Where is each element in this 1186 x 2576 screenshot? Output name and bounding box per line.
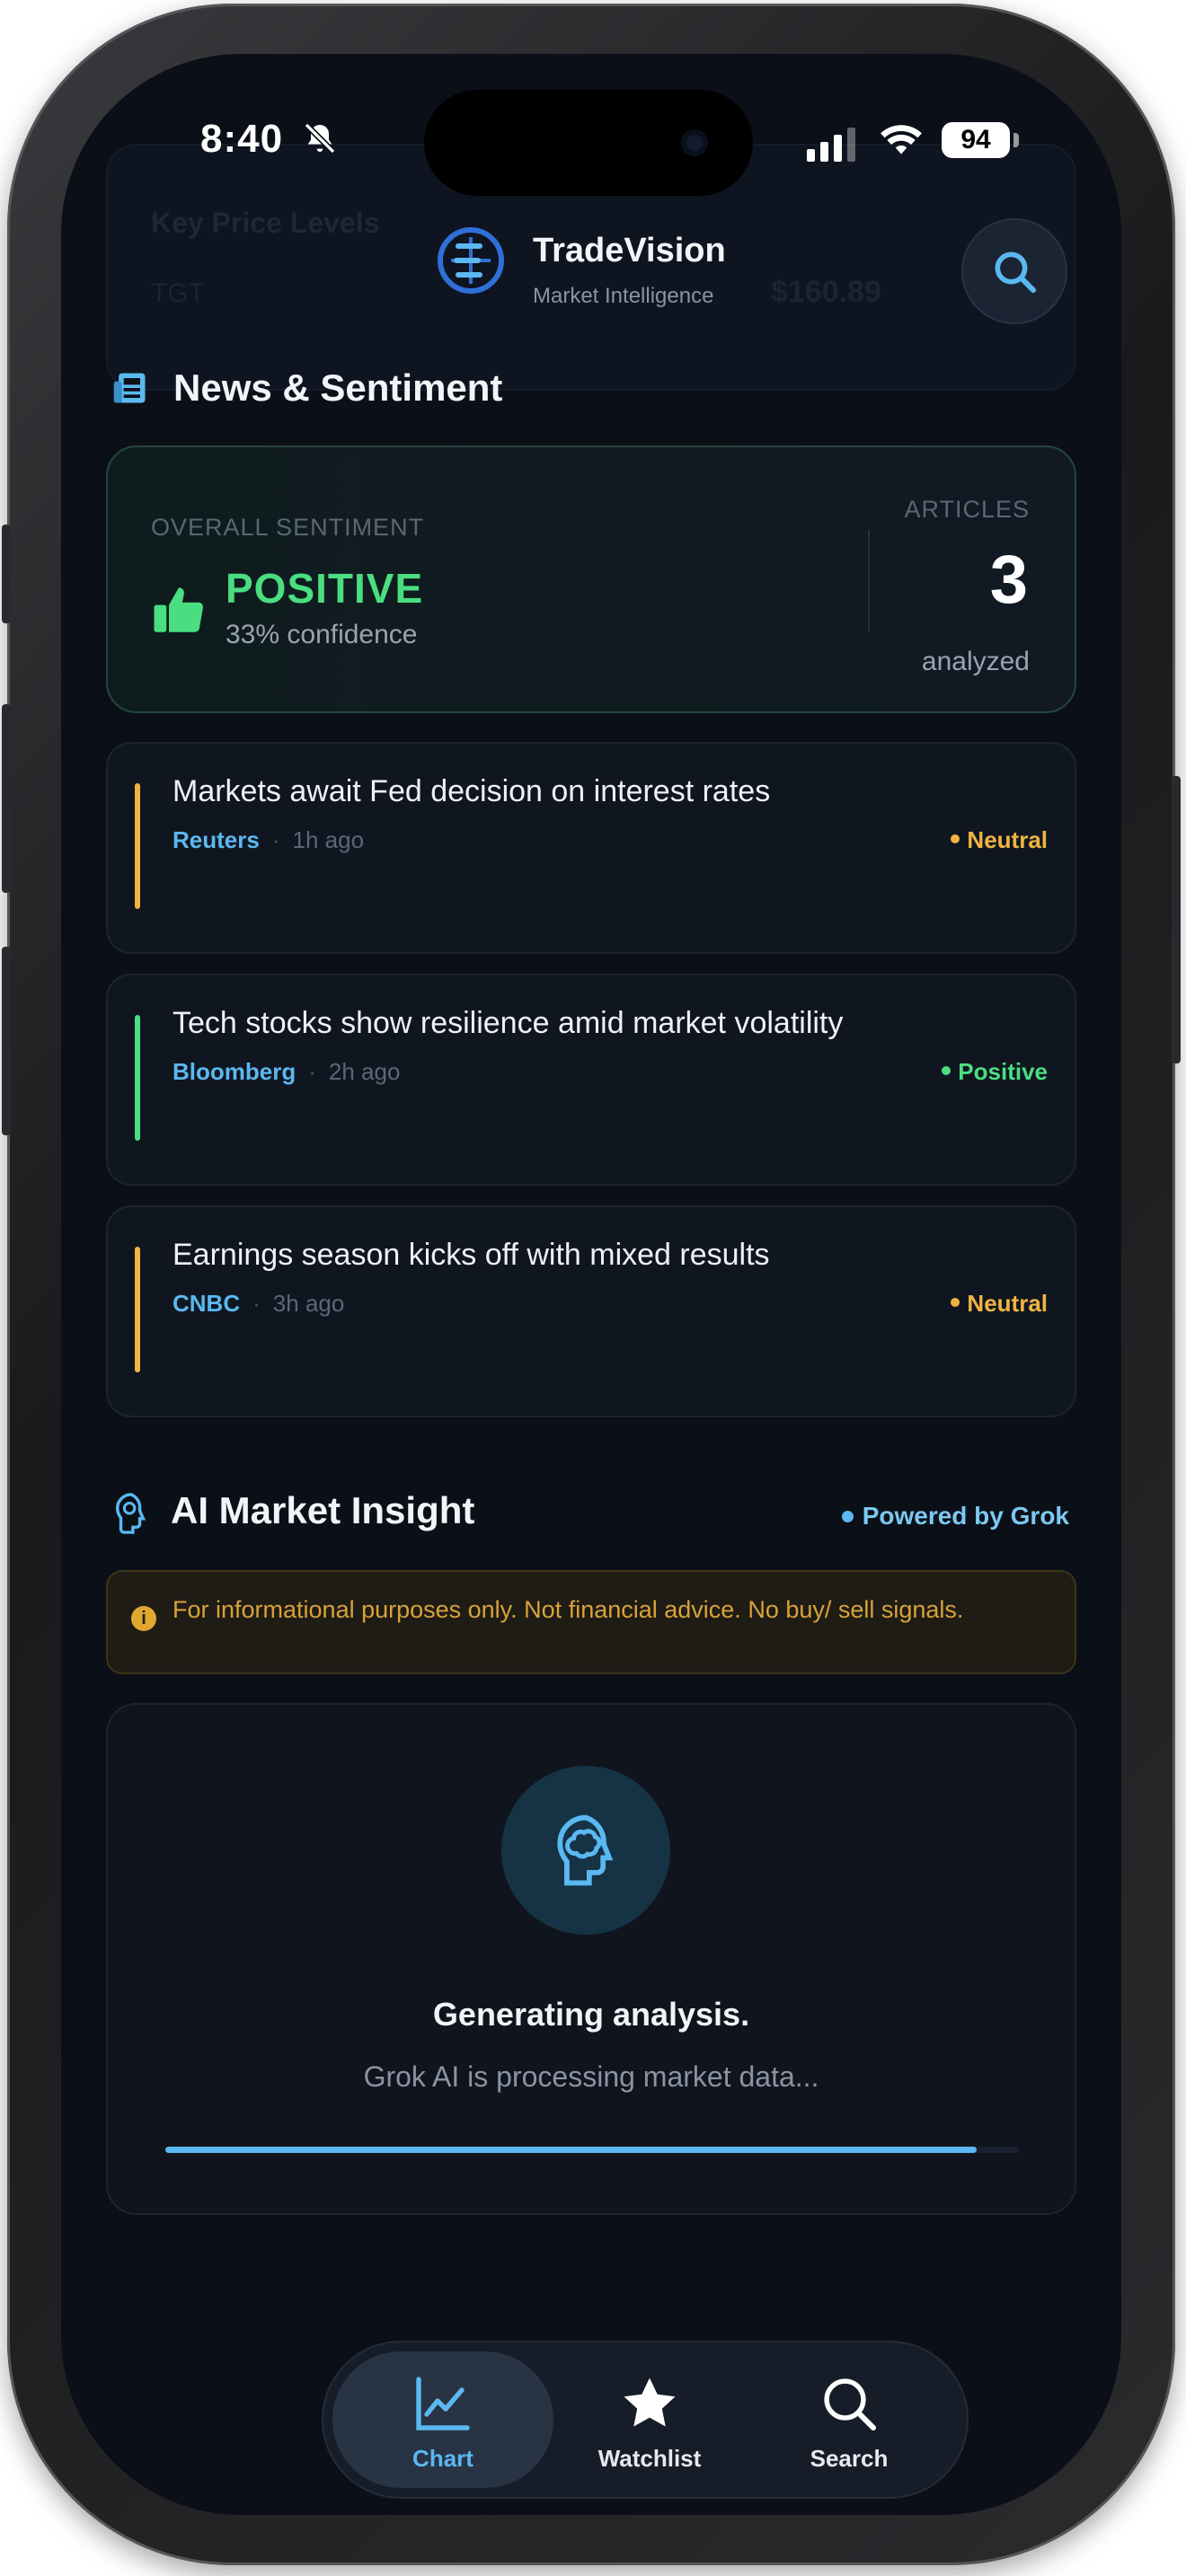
news-sentiment-badge: Neutral [951, 1290, 1048, 1318]
status-dot [841, 1511, 854, 1522]
news-title: Earnings season kicks off with mixed res… [173, 1238, 770, 1272]
news-sentiment-label: Neutral [967, 826, 1048, 853]
articles-analyzed-label: analyzed [921, 647, 1030, 676]
volume-down-button [2, 947, 11, 1135]
news-section-title: News & Sentiment [173, 366, 503, 409]
disclaimer-text: For informational purposes only. Not fin… [173, 1596, 964, 1623]
tab-watchlist[interactable]: Watchlist [539, 2351, 760, 2488]
generating-subtitle: Grok AI is processing market data... [363, 2060, 819, 2093]
news-card[interactable]: Markets await Fed decision on interest r… [106, 742, 1076, 954]
disclaimer-banner: i For informational purposes only. Not f… [106, 1570, 1076, 1674]
news-sentiment-badge: Positive [942, 1058, 1048, 1086]
sentiment-confidence: 33% confidence [226, 620, 418, 649]
articles-count: 3 [989, 542, 1028, 618]
power-button [1172, 776, 1181, 1063]
key-price-levels-title: Key Price Levels [151, 207, 380, 239]
phone-frame: Key Price Levels TGT $160.89 8:40 94 Tra… [2, 4, 1181, 2565]
search-icon [817, 2371, 881, 2440]
search-icon [995, 251, 1037, 294]
bottom-tab-bar: Chart Watchlist Search [322, 2341, 969, 2499]
app-subtitle: Market Intelligence [533, 284, 714, 308]
wifi-icon [879, 120, 924, 163]
app-logo-icon [435, 225, 507, 301]
tab-label: Chart [412, 2445, 474, 2472]
sentiment-bar [135, 783, 140, 909]
brain-head-icon [557, 1814, 614, 1886]
overall-sentiment-label: OVERALL SENTIMENT [151, 514, 425, 541]
news-sentiment-badge: Neutral [951, 826, 1048, 854]
articles-label: ARTICLES [904, 496, 1030, 523]
overall-sentiment-value: POSITIVE [226, 565, 424, 612]
news-card[interactable]: Earnings season kicks off with mixed res… [106, 1205, 1076, 1417]
sentiment-dot [951, 1298, 960, 1308]
brain-icon-circle [501, 1766, 670, 1935]
sentiment-bar [135, 1015, 140, 1141]
app-name: TradeVision [533, 232, 726, 269]
sentiment-dot [951, 834, 960, 844]
volume-up-button [2, 704, 11, 893]
news-title: Tech stocks show resilience amid market … [173, 1006, 844, 1040]
price-level-label: TGT [151, 278, 205, 308]
news-card[interactable]: Tech stocks show resilience amid market … [106, 974, 1076, 1186]
news-source: Bloomberg [173, 1058, 296, 1085]
summary-divider [868, 530, 870, 632]
news-time: 3h ago [272, 1290, 345, 1317]
front-camera [681, 129, 708, 156]
status-time: 8:40 [200, 117, 284, 161]
chart-icon [411, 2371, 475, 2440]
sentiment-dot [942, 1066, 951, 1076]
meta-separator: · [252, 1290, 261, 1317]
tab-label: Watchlist [597, 2445, 702, 2472]
info-icon: i [131, 1606, 156, 1631]
newspaper-icon [111, 368, 150, 412]
cellular-signal-icon [807, 128, 855, 162]
action-button [2, 525, 11, 623]
thumbs-up-icon [149, 580, 208, 644]
battery-indicator: 94 [942, 122, 1010, 158]
analysis-progress-fill [165, 2147, 977, 2153]
news-source: CNBC [173, 1290, 241, 1317]
powered-by-badge: Powered by Grok [841, 1502, 1069, 1531]
generating-title: Generating analysis. [432, 1996, 750, 2033]
ai-analysis-card: Generating analysis. Grok AI is processi… [106, 1703, 1076, 2215]
meta-separator: · [271, 826, 280, 853]
meta-separator: · [308, 1058, 316, 1085]
app-screen: Key Price Levels TGT $160.89 8:40 94 Tra… [61, 54, 1121, 2515]
sentiment-bar [135, 1247, 140, 1372]
star-icon [617, 2371, 682, 2440]
news-meta: Bloomberg · 2h ago [173, 1058, 400, 1086]
tab-label: Search [810, 2445, 889, 2472]
news-source: Reuters [173, 826, 260, 853]
news-time: 1h ago [292, 826, 365, 853]
news-sentiment-label: Neutral [967, 1290, 1048, 1317]
tab-search[interactable]: Search [739, 2351, 960, 2488]
tab-chart[interactable]: Chart [332, 2351, 553, 2488]
analysis-progress-bar [165, 2147, 1019, 2153]
silent-bell-icon [302, 120, 338, 161]
ai-section-title: AI Market Insight [171, 1489, 475, 1531]
news-title: Markets await Fed decision on interest r… [173, 774, 771, 808]
powered-by-label: Powered by Grok [862, 1502, 1069, 1530]
news-sentiment-label: Positive [958, 1058, 1048, 1085]
ai-head-icon [111, 1491, 152, 1540]
price-level-value: $160.89 [771, 275, 881, 309]
header-search-button[interactable] [961, 218, 1067, 324]
battery-tip [1013, 133, 1019, 147]
news-meta: CNBC · 3h ago [173, 1290, 344, 1318]
news-meta: Reuters · 1h ago [173, 826, 364, 854]
news-time: 2h ago [328, 1058, 401, 1085]
